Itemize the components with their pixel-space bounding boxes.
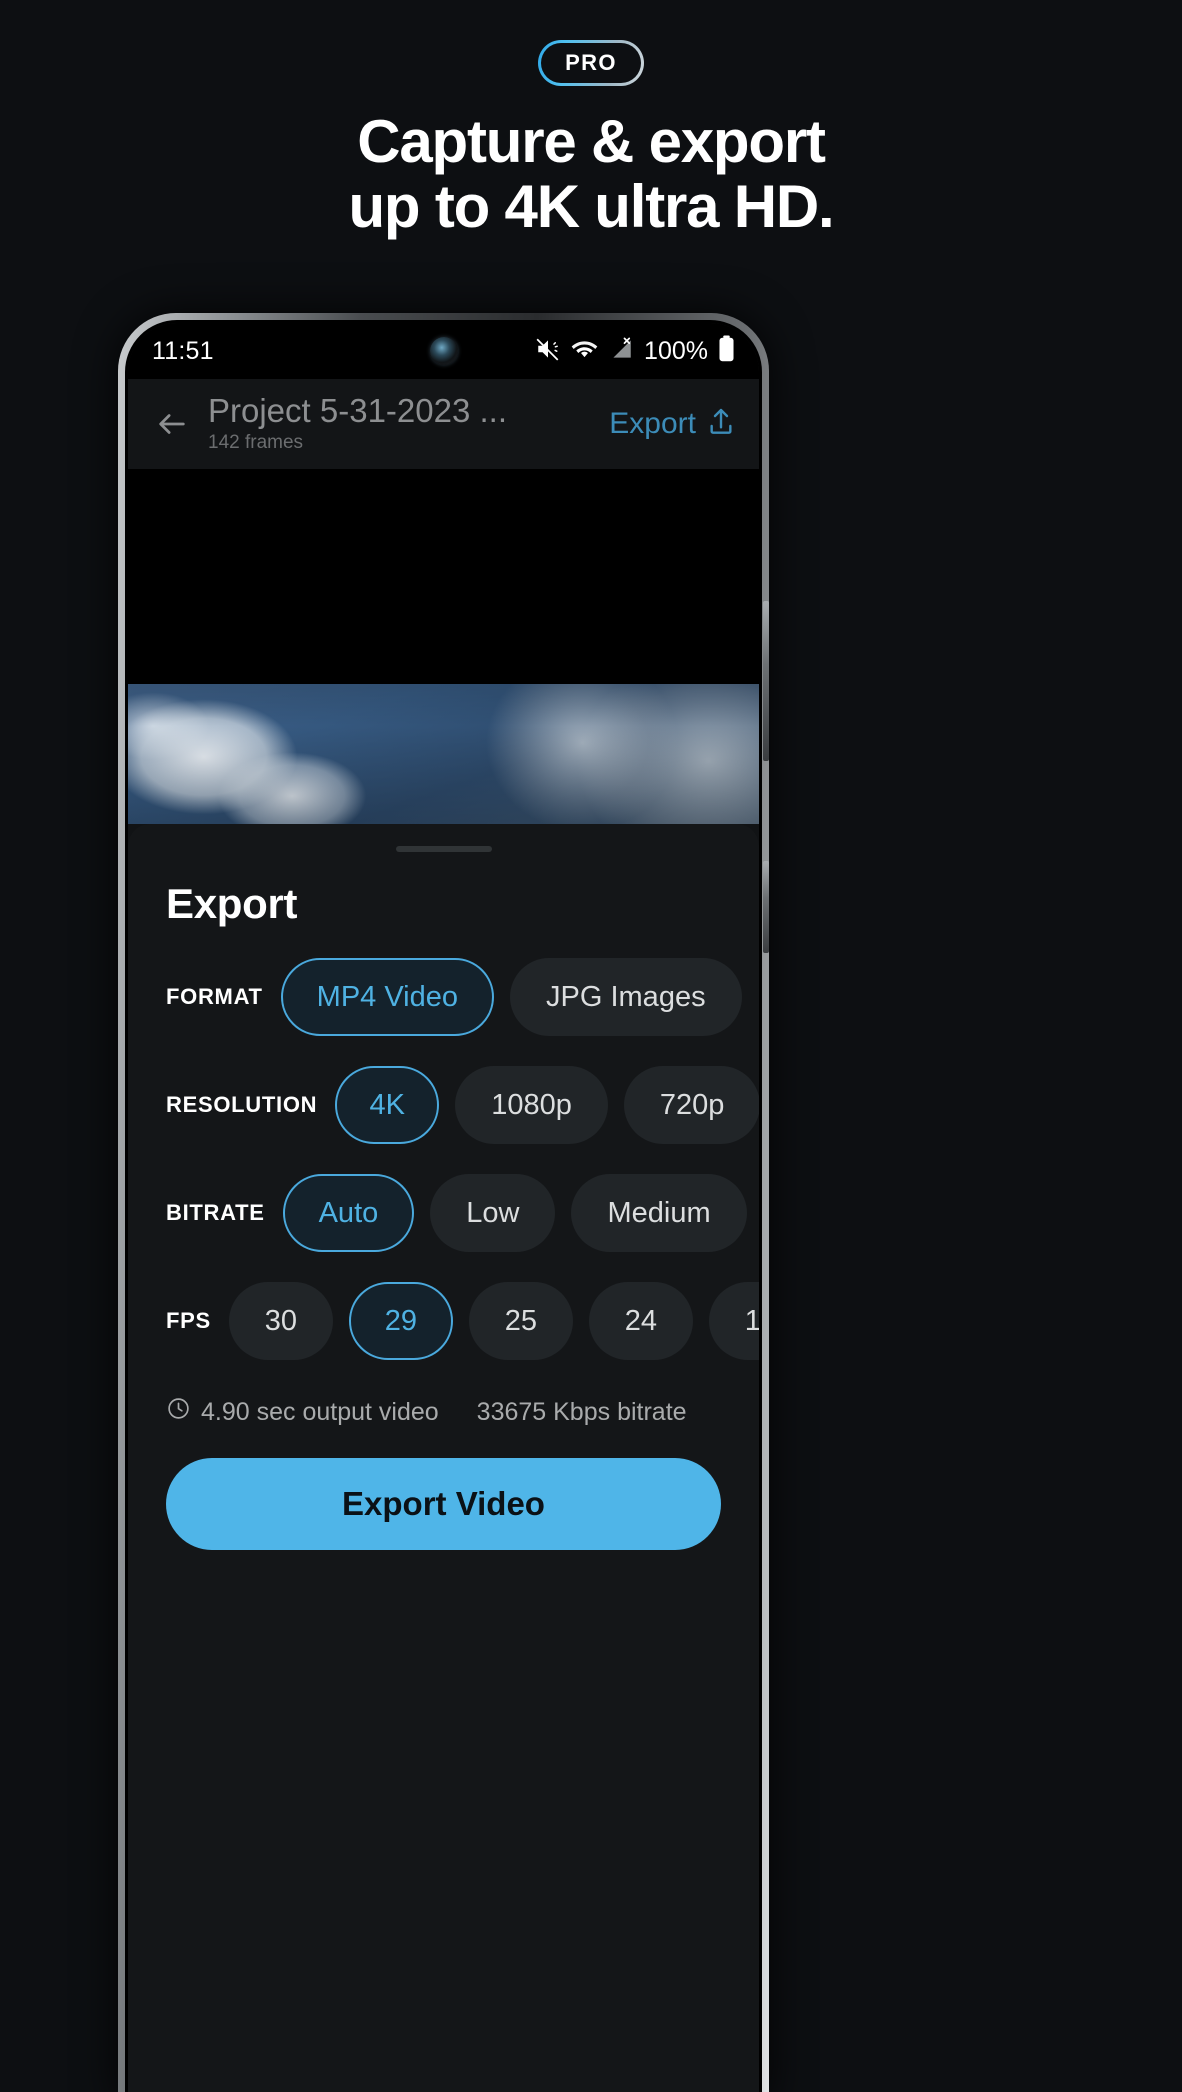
chip-label: 15 bbox=[744, 1304, 759, 1337]
battery-icon bbox=[718, 335, 735, 367]
volume-button[interactable] bbox=[763, 861, 769, 953]
chip-label: MP4 Video bbox=[316, 980, 459, 1013]
option-row-resolution: RESOLUTION 4K 1080p 720p bbox=[128, 1066, 759, 1144]
preview-frame-image bbox=[128, 684, 759, 824]
chip-fps-25[interactable]: 25 bbox=[468, 1282, 573, 1360]
chip-group-fps: 30 29 25 24 1 bbox=[228, 1282, 759, 1360]
export-button-label: Export bbox=[609, 407, 696, 440]
chip-resolution-1080p[interactable]: 1080p bbox=[455, 1066, 608, 1144]
share-upload-icon bbox=[705, 406, 737, 443]
chip-bitrate-low[interactable]: Low bbox=[430, 1174, 556, 1252]
phone-device-frame: 11:51 100% Project 5-31-2023 ... 142 fra… bbox=[118, 313, 769, 2092]
chip-label: Auto bbox=[318, 1196, 379, 1229]
option-row-fps: FPS 30 29 25 24 1 bbox=[128, 1282, 759, 1360]
option-label-resolution: RESOLUTION bbox=[166, 1092, 318, 1117]
preview-empty-area bbox=[128, 469, 759, 684]
chip-label: 720p bbox=[659, 1088, 725, 1121]
option-label-format: FORMAT bbox=[166, 984, 263, 1009]
project-title-block[interactable]: Project 5-31-2023 ... 142 frames bbox=[208, 392, 601, 456]
pro-badge: PRO bbox=[538, 40, 644, 86]
promo-headline-line1: Capture & export bbox=[357, 108, 826, 175]
chip-label: 29 bbox=[384, 1304, 418, 1337]
chip-fps-24[interactable]: 24 bbox=[588, 1282, 693, 1360]
export-button[interactable]: Export bbox=[601, 406, 737, 443]
clock-icon bbox=[166, 1396, 191, 1428]
mute-icon bbox=[535, 336, 561, 367]
front-camera-punch-hole bbox=[429, 337, 458, 365]
chip-group-format: MP4 Video JPG Images bbox=[280, 958, 742, 1036]
chip-label: 25 bbox=[504, 1304, 538, 1337]
promo-headline: Capture & export up to 4K ultra HD. bbox=[348, 108, 834, 240]
option-label-fps: FPS bbox=[166, 1308, 211, 1333]
chip-resolution-4k[interactable]: 4K bbox=[335, 1066, 440, 1144]
chip-resolution-720p[interactable]: 720p bbox=[623, 1066, 759, 1144]
export-video-button[interactable]: Export Video bbox=[166, 1458, 721, 1550]
pro-badge-label: PRO bbox=[565, 50, 617, 75]
chip-label: Low bbox=[466, 1196, 520, 1229]
chip-label: Medium bbox=[607, 1196, 711, 1229]
chip-fps-15[interactable]: 15 bbox=[708, 1282, 759, 1360]
sheet-drag-handle[interactable] bbox=[395, 846, 492, 852]
phone-screen: 11:51 100% Project 5-31-2023 ... 142 fra… bbox=[128, 323, 759, 2092]
wifi-icon bbox=[571, 338, 598, 365]
chip-label: 4K bbox=[369, 1088, 405, 1121]
project-title: Project 5-31-2023 ... bbox=[208, 392, 507, 430]
export-meta-row: 4.90 sec output video 33675 Kbps bitrate bbox=[166, 1396, 759, 1428]
promo-screenshot-page: PRO Capture & export up to 4K ultra HD. … bbox=[0, 0, 1182, 2092]
chip-label: 24 bbox=[624, 1304, 658, 1337]
promo-headline-line2: up to 4K ultra HD. bbox=[348, 172, 834, 240]
chip-label: 30 bbox=[264, 1304, 298, 1337]
chip-format-jpg[interactable]: JPG Images bbox=[510, 958, 742, 1036]
cellular-no-signal-icon bbox=[608, 337, 634, 366]
promo-header: PRO Capture & export up to 4K ultra HD. bbox=[0, 0, 1182, 240]
sheet-title: Export bbox=[166, 880, 298, 927]
export-bottom-sheet: Export FORMAT MP4 Video JPG Images RESOL… bbox=[128, 824, 759, 2092]
chip-label: JPG Images bbox=[546, 980, 706, 1013]
chip-fps-29[interactable]: 29 bbox=[348, 1282, 453, 1360]
app-bar: Project 5-31-2023 ... 142 frames Export bbox=[128, 379, 759, 469]
project-frame-count: 142 frames bbox=[208, 432, 304, 454]
option-label-bitrate: BITRATE bbox=[166, 1200, 265, 1225]
status-time: 11:51 bbox=[152, 336, 214, 365]
chip-bitrate-auto[interactable]: Auto bbox=[282, 1174, 415, 1252]
chip-label: 1080p bbox=[491, 1088, 572, 1121]
export-bitrate-label: 33675 Kbps bitrate bbox=[476, 1397, 687, 1426]
power-button[interactable] bbox=[763, 601, 769, 761]
pro-badge-inner: PRO bbox=[541, 43, 641, 83]
battery-percent-label: 100% bbox=[644, 336, 708, 365]
chip-group-bitrate: Auto Low Medium High bbox=[282, 1174, 759, 1252]
back-button[interactable] bbox=[150, 402, 194, 446]
chip-fps-30[interactable]: 30 bbox=[228, 1282, 333, 1360]
chip-bitrate-medium[interactable]: Medium bbox=[571, 1174, 747, 1252]
status-icons: 100% bbox=[535, 335, 735, 367]
option-row-bitrate: BITRATE Auto Low Medium bbox=[128, 1174, 759, 1252]
chip-format-mp4[interactable]: MP4 Video bbox=[280, 958, 495, 1036]
export-duration-label: 4.90 sec output video bbox=[201, 1397, 439, 1426]
arrow-left-icon bbox=[159, 414, 185, 434]
status-bar: 11:51 100% bbox=[128, 323, 759, 379]
export-video-button-label: Export Video bbox=[342, 1485, 545, 1522]
option-row-format: FORMAT MP4 Video JPG Images bbox=[128, 958, 759, 1036]
phone-bezel: 11:51 100% Project 5-31-2023 ... 142 fra… bbox=[125, 320, 762, 2092]
chip-group-resolution: 4K 1080p 720p 480p bbox=[335, 1066, 759, 1144]
